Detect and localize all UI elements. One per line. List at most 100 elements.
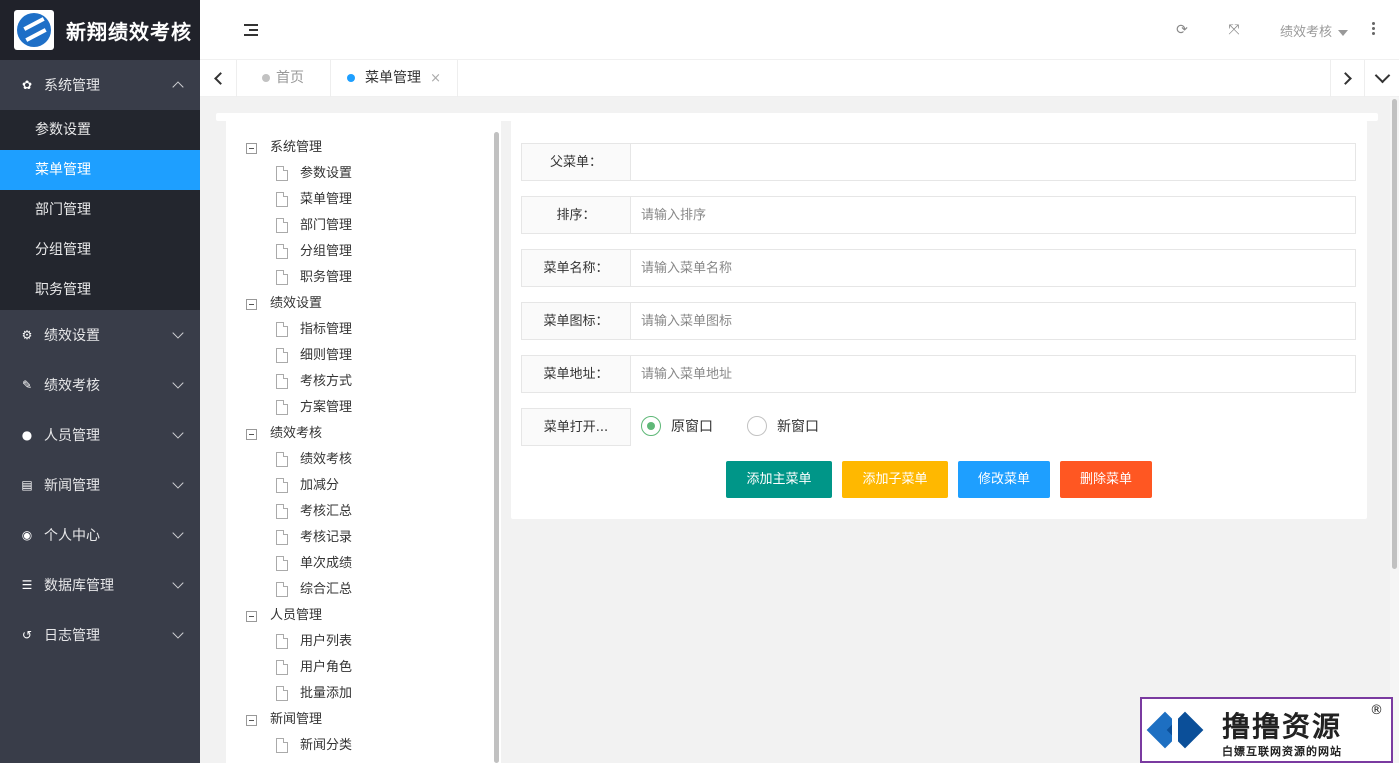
form-row-url: 菜单地址： xyxy=(521,355,1356,393)
sidebar-item-label: 日志管理 xyxy=(44,628,100,644)
collapse-icon[interactable] xyxy=(246,611,257,622)
file-icon xyxy=(276,166,288,181)
file-icon xyxy=(276,504,288,519)
menu-name-field[interactable] xyxy=(630,249,1356,287)
collapse-icon[interactable] xyxy=(246,429,257,440)
tab-label: 首页 xyxy=(276,70,304,86)
sidebar-item-news[interactable]: ▤ 新闻管理 xyxy=(0,460,200,510)
watermark-registered: ® xyxy=(1370,703,1383,718)
sidebar-subitem-menu[interactable]: 菜单管理 xyxy=(0,150,200,190)
tab-menu-management[interactable]: 菜单管理 × xyxy=(331,60,458,97)
form-row-icon: 菜单图标： xyxy=(521,302,1356,340)
sidebar-item-profile[interactable]: ◉ 个人中心 xyxy=(0,510,200,560)
tree-leaf-node[interactable]: 指标管理 xyxy=(276,320,352,340)
sort-field[interactable] xyxy=(630,196,1356,234)
tab-home[interactable]: 首页 xyxy=(237,60,331,97)
sort-label: 排序： xyxy=(521,196,631,234)
delete-menu-button[interactable]: 删除菜单 xyxy=(1060,461,1152,498)
tree-leaf-node[interactable]: 用户列表 xyxy=(276,632,352,652)
add-sub-menu-button[interactable]: 添加子菜单 xyxy=(842,461,948,498)
more-icon[interactable] xyxy=(1372,22,1376,38)
tree-node-label: 菜单管理 xyxy=(300,192,353,207)
refresh-icon[interactable]: ⟳ xyxy=(1174,22,1190,38)
main-scrollbar[interactable] xyxy=(1390,97,1399,763)
tree-scrollbar[interactable] xyxy=(494,132,499,763)
tree-folder-node[interactable]: 绩效考核 xyxy=(246,424,322,444)
tree-leaf-node[interactable]: 职务管理 xyxy=(276,268,352,288)
sidebar-item-personnel[interactable]: ● 人员管理 xyxy=(0,410,200,460)
add-main-menu-button[interactable]: 添加主菜单 xyxy=(726,461,832,498)
parent-menu-field[interactable] xyxy=(630,143,1356,181)
sidebar-subitem-position[interactable]: 职务管理 xyxy=(0,270,200,310)
chevron-down-icon xyxy=(172,527,184,539)
menu-icon-label: 菜单图标： xyxy=(521,302,631,340)
sidebar-subitem-department[interactable]: 部门管理 xyxy=(0,190,200,230)
file-icon xyxy=(276,244,288,259)
chevron-down-icon xyxy=(172,477,184,489)
tab-dot-icon xyxy=(262,74,270,82)
tree-leaf-node[interactable]: 绩效考核 xyxy=(276,450,352,470)
fullscreen-icon[interactable]: ⤧ xyxy=(1226,22,1242,38)
sidebar-subitem-group[interactable]: 分组管理 xyxy=(0,230,200,270)
radio-same-window[interactable]: 原窗口 xyxy=(641,416,713,438)
page-tabs: 首页 菜单管理 × xyxy=(200,60,1399,97)
sidebar-item-perf-review[interactable]: ✎ 绩效考核 xyxy=(0,360,200,410)
tree-folder-node[interactable]: 人员管理 xyxy=(246,606,322,626)
tree-leaf-node[interactable]: 细则管理 xyxy=(276,346,352,366)
brand-logo-icon xyxy=(14,10,54,50)
tree-folder-node[interactable]: 新闻管理 xyxy=(246,710,322,730)
file-icon xyxy=(276,270,288,285)
tree-leaf-node[interactable]: 综合汇总 xyxy=(276,580,352,600)
tabs-scroll-left-button[interactable] xyxy=(200,60,237,97)
close-icon[interactable]: × xyxy=(430,60,441,97)
tree-leaf-node[interactable]: 新闻分类 xyxy=(276,736,352,756)
tree-leaf-node[interactable]: 单次成绩 xyxy=(276,554,352,574)
tree-leaf-node[interactable]: 考核记录 xyxy=(276,528,352,548)
file-icon xyxy=(276,686,288,701)
sidebar-item-logs[interactable]: ↺ 日志管理 xyxy=(0,610,200,660)
tree-leaf-node[interactable]: 部门管理 xyxy=(276,216,352,236)
edit-menu-button[interactable]: 修改菜单 xyxy=(958,461,1050,498)
tree-node-label: 系统管理 xyxy=(270,140,323,155)
collapse-icon[interactable] xyxy=(246,143,257,154)
tree-leaf-node[interactable]: 批量添加 xyxy=(276,684,352,704)
tree-leaf-node[interactable]: 加减分 xyxy=(276,476,339,496)
tabs-scroll-right-button[interactable] xyxy=(1330,60,1364,97)
chevron-right-icon xyxy=(1339,72,1352,85)
sidebar-subitem-params[interactable]: 参数设置 xyxy=(0,110,200,150)
tree-leaf-node[interactable]: 菜单管理 xyxy=(276,190,352,210)
sidebar-toggle-icon[interactable] xyxy=(244,24,258,36)
tree-folder-node[interactable]: 系统管理 xyxy=(246,138,322,158)
menu-icon-field[interactable] xyxy=(630,302,1356,340)
sidebar-item-perf-settings[interactable]: ⚙ 绩效设置 xyxy=(0,310,200,360)
tree-leaf-node[interactable]: 用户角色 xyxy=(276,658,352,678)
tree-leaf-node[interactable]: 考核方式 xyxy=(276,372,352,392)
tree-leaf-node[interactable]: 方案管理 xyxy=(276,398,352,418)
tree-node-label: 部门管理 xyxy=(300,218,353,233)
user-icon: ● xyxy=(21,428,33,442)
tree-leaf-node[interactable]: 考核汇总 xyxy=(276,502,352,522)
radio-new-window[interactable]: 新窗口 xyxy=(747,416,819,438)
tree-node-label: 考核记录 xyxy=(300,530,353,545)
tab-label: 菜单管理 xyxy=(365,70,421,86)
watermark-subtitle: 白嫖互联网资源的网站 xyxy=(1222,745,1342,758)
tree-node-label: 加减分 xyxy=(300,478,340,493)
app-title: 新翔绩效考核 xyxy=(66,19,192,44)
tree-node-label: 考核汇总 xyxy=(300,504,353,519)
tree-leaf-node[interactable]: 分组管理 xyxy=(276,242,352,262)
tree-node-label: 综合汇总 xyxy=(300,582,353,597)
tabs-dropdown-button[interactable] xyxy=(1364,60,1399,97)
menu-name-label: 菜单名称： xyxy=(521,249,631,287)
collapse-icon[interactable] xyxy=(246,715,257,726)
menu-url-field[interactable] xyxy=(630,355,1356,393)
collapse-icon[interactable] xyxy=(246,299,257,310)
tree-leaf-node[interactable]: 参数设置 xyxy=(276,164,352,184)
user-menu[interactable]: 绩效考核 xyxy=(1280,21,1349,40)
chevron-down-icon xyxy=(172,577,184,589)
sidebar-item-database[interactable]: ☰ 数据库管理 xyxy=(0,560,200,610)
sidebar-item-system[interactable]: ✿ 系统管理 xyxy=(0,60,200,110)
tree-node-label: 分组管理 xyxy=(300,244,353,259)
caret-down-icon xyxy=(1338,29,1349,36)
tree-folder-node[interactable]: 绩效设置 xyxy=(246,294,322,314)
tree-node-label: 用户角色 xyxy=(300,660,353,675)
